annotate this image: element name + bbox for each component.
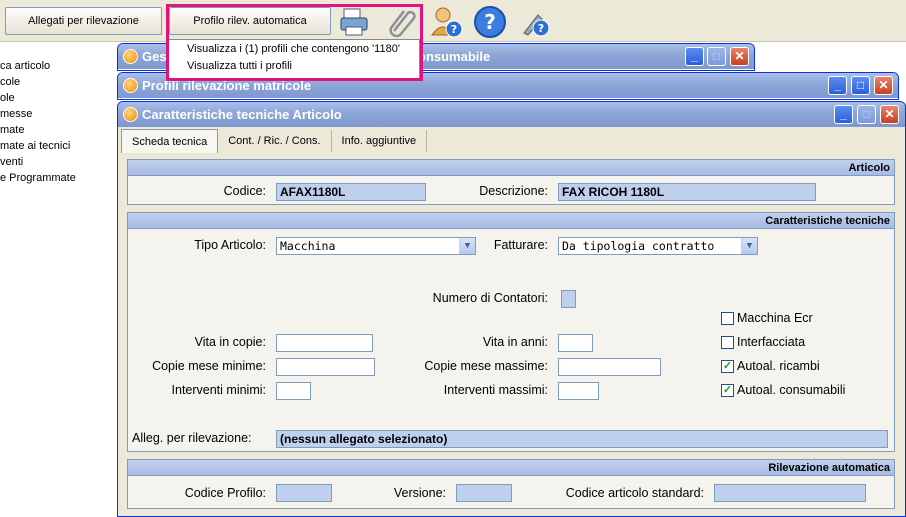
user-help-icon[interactable]: ? — [430, 5, 464, 39]
svg-text:?: ? — [451, 23, 457, 36]
tipo-articolo-select[interactable]: Macchina ▼ — [276, 237, 476, 255]
codice-profilo-field[interactable] — [276, 484, 332, 502]
window-app-icon — [123, 78, 138, 93]
numero-contatori-label: Numero di Contatori: — [432, 291, 548, 305]
allegati-per-rilevazione-button[interactable]: Allegati per rilevazione — [5, 7, 162, 35]
close-button[interactable]: ✕ — [730, 47, 749, 66]
window-app-icon — [123, 49, 138, 64]
fatturare-value: Da tipologia contratto — [562, 239, 715, 253]
help-icon[interactable]: ? — [473, 5, 507, 39]
interfacciata-checkbox[interactable] — [721, 336, 734, 349]
vita-copie-field[interactable] — [276, 334, 373, 352]
section-header: Rilevazione automatica — [128, 460, 894, 476]
tab-scheda-tecnica[interactable]: Scheda tecnica — [121, 129, 219, 153]
sidebar-item[interactable]: mate ai tecnici — [0, 140, 70, 152]
maximize-button: □ — [857, 105, 876, 124]
interventi-minimi-label: Interventi minimi: — [171, 383, 266, 397]
caratteristiche-section: Caratteristiche tecniche Tipo Articolo: … — [127, 212, 895, 452]
tab-info-aggiuntive[interactable]: Info. aggiuntive — [332, 130, 428, 152]
tab-bar: Scheda tecnica Cont. / Ric. / Cons. Info… — [121, 129, 428, 154]
sidebar-item[interactable]: venti — [0, 156, 23, 168]
tab-cont-ric-cons[interactable]: Cont. / Ric. / Cons. — [218, 130, 332, 152]
interventi-massimi-label: Interventi massimi: — [443, 383, 548, 397]
vita-copie-label: Vita in copie: — [194, 335, 266, 349]
section-header: Articolo — [128, 160, 894, 176]
codice-articolo-standard-field[interactable] — [714, 484, 866, 502]
copie-mese-minime-label: Copie mese minime: — [152, 359, 266, 373]
interfacciata-label: Interfacciata — [737, 335, 806, 349]
codice-field[interactable]: AFAX1180L — [276, 183, 426, 201]
window-app-icon — [123, 107, 138, 122]
alleg-rilevazione-field[interactable]: (nessun allegato selezionato) — [276, 430, 888, 448]
descrizione-label: Descrizione: — [479, 184, 548, 198]
tipo-articolo-label: Tipo Articolo: — [194, 238, 266, 252]
autoal-consumabili-checkbox[interactable]: ✓ — [721, 384, 734, 397]
descrizione-field[interactable]: FAX RICOH 1180L — [558, 183, 816, 201]
articolo-section: Articolo Codice: AFAX1180L Descrizione: … — [127, 159, 895, 205]
maximize-button[interactable]: □ — [851, 76, 870, 95]
copie-mese-massime-label: Copie mese massime: — [424, 359, 548, 373]
chevron-down-icon[interactable]: ▼ — [741, 238, 757, 254]
autoal-ricambi-label: Autoal. ricambi — [737, 359, 820, 373]
autoal-consumabili-label: Autoal. consumabili — [737, 383, 846, 397]
fatturare-select[interactable]: Da tipologia contratto ▼ — [558, 237, 758, 255]
sidebar-item[interactable]: cole — [0, 76, 20, 88]
section-header: Caratteristiche tecniche — [128, 213, 894, 229]
copie-mese-massime-field[interactable] — [558, 358, 661, 376]
alleg-rilevazione-label: Alleg. per rilevazione: — [132, 431, 252, 445]
tipo-articolo-value: Macchina — [280, 239, 336, 253]
close-button[interactable]: ✕ — [880, 105, 899, 124]
sidebar-item[interactable]: ole — [0, 92, 15, 104]
vita-anni-field[interactable] — [558, 334, 593, 352]
maximize-button: □ — [707, 47, 726, 66]
window-title: Caratteristiche tecniche Articolo — [142, 107, 342, 122]
codice-articolo-standard-label: Codice articolo standard: — [565, 486, 704, 500]
sidebar-item[interactable]: mate — [0, 124, 24, 136]
svg-text:?: ? — [484, 10, 496, 34]
minimize-button[interactable]: _ — [834, 105, 853, 124]
tools-help-icon[interactable]: ? — [518, 5, 552, 39]
autoal-ricambi-checkbox[interactable]: ✓ — [721, 360, 734, 373]
interventi-massimi-field[interactable] — [558, 382, 599, 400]
fatturare-label: Fatturare: — [493, 238, 548, 252]
sidebar: ca articolo cole ole messe mate mate ai … — [0, 42, 118, 517]
close-button[interactable]: ✕ — [874, 76, 893, 95]
highlight-frame — [166, 4, 423, 81]
macchina-ecr-label: Macchina Ecr — [737, 311, 813, 325]
chevron-down-icon[interactable]: ▼ — [459, 238, 475, 254]
minimize-button[interactable]: _ — [685, 47, 704, 66]
codice-label: Codice: — [223, 184, 266, 198]
versione-field[interactable] — [456, 484, 512, 502]
sidebar-item[interactable]: ca articolo — [0, 60, 50, 72]
macchina-ecr-checkbox[interactable] — [721, 312, 734, 325]
codice-profilo-label: Codice Profilo: — [184, 486, 266, 500]
minimize-button[interactable]: _ — [828, 76, 847, 95]
window-title-bar[interactable]: Caratteristiche tecniche Articolo _ □ ✕ — [118, 102, 905, 127]
window-title-tail: onsumabile — [418, 49, 491, 64]
numero-contatori-field[interactable] — [561, 290, 576, 308]
versione-label: Versione: — [393, 486, 446, 500]
svg-text:?: ? — [538, 22, 544, 35]
sidebar-item[interactable]: messe — [0, 108, 32, 120]
interventi-minimi-field[interactable] — [276, 382, 311, 400]
vita-anni-label: Vita in anni: — [482, 335, 548, 349]
rilevazione-automatica-section: Rilevazione automatica Codice Profilo: V… — [127, 459, 895, 509]
toolbar: Allegati per rilevazione Profilo rilev. … — [0, 0, 906, 42]
copie-mese-minime-field[interactable] — [276, 358, 375, 376]
main-window: Caratteristiche tecniche Articolo _ □ ✕ … — [117, 101, 906, 517]
sidebar-item[interactable]: e Programmate — [0, 172, 76, 184]
